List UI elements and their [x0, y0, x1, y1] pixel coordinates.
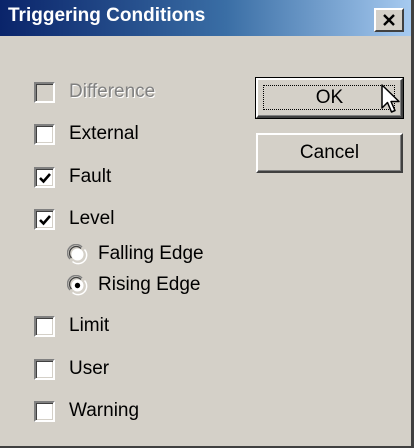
triggering-conditions-dialog: Triggering Conditions Difference Externa… — [0, 0, 414, 448]
warning-checkbox[interactable] — [34, 400, 55, 422]
checkbox-row-level[interactable]: Level — [34, 204, 114, 234]
checkmark-icon — [39, 214, 51, 225]
checkbox-row-warning[interactable]: Warning — [34, 396, 139, 426]
cancel-label: Cancel — [299, 142, 360, 163]
fault-checkbox[interactable] — [34, 166, 55, 188]
level-label: Level — [69, 208, 115, 229]
radio-row-rising-edge[interactable]: Rising Edge — [67, 270, 200, 300]
limit-label: Limit — [69, 315, 110, 336]
level-checkbox[interactable] — [34, 208, 55, 230]
checkbox-row-external[interactable]: External — [34, 119, 139, 149]
difference-label: Difference — [69, 81, 156, 102]
cancel-button[interactable]: Cancel — [256, 133, 403, 173]
checkbox-row-user[interactable]: User — [34, 354, 109, 384]
fault-label: Fault — [69, 166, 112, 187]
close-button[interactable] — [374, 8, 404, 32]
close-icon — [383, 14, 395, 26]
window-title: Triggering Conditions — [8, 5, 206, 26]
mouse-pointer-icon — [381, 84, 400, 113]
radio-row-falling-edge[interactable]: Falling Edge — [67, 239, 204, 269]
checkbox-row-fault[interactable]: Fault — [34, 162, 111, 192]
external-checkbox[interactable] — [34, 123, 55, 145]
rising-edge-label: Rising Edge — [98, 274, 201, 295]
falling-edge-radio[interactable] — [67, 243, 88, 265]
radio-dot-icon — [74, 282, 81, 288]
user-checkbox[interactable] — [34, 358, 55, 380]
external-label: External — [69, 123, 139, 144]
checkbox-row-difference: Difference — [34, 77, 155, 107]
focus-rectangle — [263, 85, 395, 110]
checkmark-icon — [39, 172, 51, 183]
rising-edge-radio[interactable] — [67, 274, 88, 296]
checkbox-row-limit[interactable]: Limit — [34, 311, 109, 341]
user-label: User — [69, 358, 110, 379]
falling-edge-label: Falling Edge — [98, 243, 204, 264]
title-bar[interactable]: Triggering Conditions — [0, 0, 411, 36]
limit-checkbox[interactable] — [34, 315, 55, 337]
difference-checkbox — [34, 81, 55, 103]
warning-label: Warning — [69, 400, 140, 421]
